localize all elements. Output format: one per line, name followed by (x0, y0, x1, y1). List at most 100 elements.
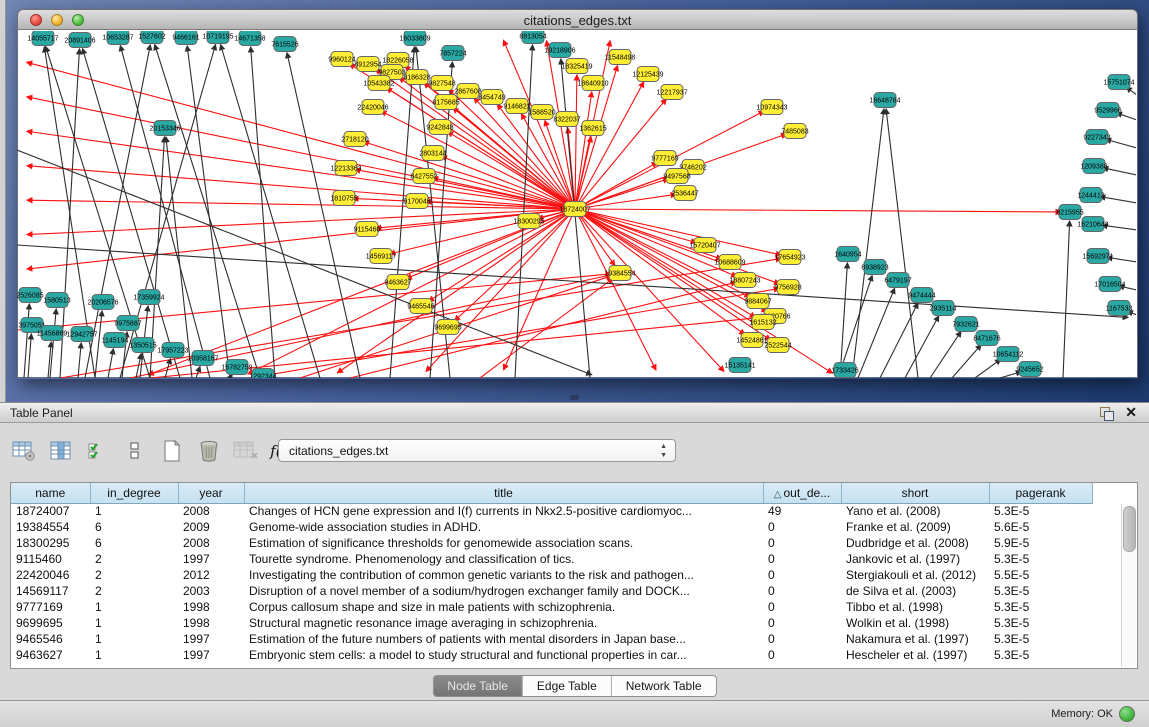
graph-node[interactable]: 20206576 (87, 295, 118, 310)
graph-node[interactable]: 8175685 (432, 95, 459, 110)
graph-node[interactable]: 10688609 (714, 255, 745, 270)
graph-node[interactable]: 9466161 (172, 30, 199, 45)
graph-node[interactable]: 20891406 (64, 33, 95, 48)
graph-node[interactable]: 12217937 (656, 85, 687, 100)
network-window-titlebar[interactable]: citations_edges.txt (17, 9, 1138, 30)
graph-node[interactable]: 17654923 (774, 250, 805, 265)
table-row[interactable]: 1872400712008Changes of HCN gene express… (11, 503, 1092, 519)
graph-node[interactable]: 16210643 (1077, 217, 1108, 232)
graph-node[interactable]: 9529966 (1094, 103, 1121, 118)
graph-node[interactable]: 10654112 (993, 347, 1024, 362)
graph-node[interactable]: 14055717 (27, 31, 58, 46)
graph-node[interactable]: 9699695 (434, 320, 461, 335)
graph-node[interactable]: 9242848 (426, 120, 453, 135)
graph-node[interactable]: 9975887 (114, 316, 141, 331)
table-settings-icon[interactable] (10, 437, 38, 465)
graph-node[interactable]: 9170046 (403, 194, 430, 209)
graph-node[interactable]: 22420046 (357, 100, 388, 115)
tab-node-table[interactable]: Node Table (433, 676, 523, 696)
graph-node[interactable]: 7857224 (439, 46, 466, 61)
table-row[interactable]: 946362711997Embryonic stem cells: a mode… (11, 647, 1092, 663)
graph-node[interactable]: 12125439 (632, 67, 663, 82)
graph-node[interactable]: 19384554 (604, 266, 635, 281)
graph-node[interactable]: 1615132 (749, 315, 776, 330)
graph-node[interactable]: 2536447 (671, 186, 698, 201)
table-row[interactable]: 969969511998Structural magnetic resonanc… (11, 615, 1092, 631)
graph-node[interactable]: 1350515 (129, 338, 156, 353)
column-header-out_de[interactable]: △out_de... (763, 483, 841, 503)
graph-node[interactable]: 9777169 (651, 151, 678, 166)
graph-node[interactable]: 7485083 (781, 124, 808, 139)
graph-node[interactable]: 2935114 (930, 301, 957, 316)
tab-edge-table[interactable]: Edge Table (523, 676, 612, 696)
graph-node[interactable]: 8471676 (973, 331, 1000, 346)
graph-node[interactable]: 1733426 (831, 363, 858, 378)
graph-node[interactable]: 9245652 (1016, 362, 1043, 377)
table-row[interactable]: 1830029562008Estimation of significance … (11, 535, 1092, 551)
graph-node[interactable]: 15135141 (724, 358, 755, 373)
graph-node[interactable]: 15692971 (1082, 249, 1113, 264)
graph-node[interactable]: 2522544 (764, 338, 791, 353)
graph-node[interactable]: 10543382 (363, 76, 394, 91)
graph-node[interactable]: 18325419 (561, 59, 592, 74)
graph-node[interactable]: 1167533 (1106, 301, 1133, 316)
graph-node[interactable]: 7932621 (952, 317, 979, 332)
float-panel-icon[interactable] (1100, 407, 1113, 420)
graph-node[interactable]: 9497568 (663, 169, 690, 184)
graph-node[interactable]: 16782759 (221, 360, 252, 375)
graph-node[interactable]: 18640910 (577, 76, 608, 91)
column-header-title[interactable]: title (244, 483, 763, 503)
graph-node[interactable]: 2526085 (16, 288, 43, 303)
graph-node[interactable]: 11548498 (605, 50, 636, 65)
graph-node[interactable]: 1145194 (102, 333, 129, 348)
column-header-name[interactable]: name (11, 483, 90, 503)
column-header-short[interactable]: short (841, 483, 989, 503)
graph-node[interactable]: 9884067 (744, 294, 771, 309)
graph-node[interactable]: 16648784 (869, 93, 900, 108)
graph-node[interactable]: 1810755 (330, 191, 357, 206)
graph-node[interactable]: 1580513 (43, 293, 70, 308)
graph-node[interactable]: 7615526 (271, 37, 298, 52)
graph-node[interactable]: 1244413 (1077, 188, 1104, 203)
table-row[interactable]: 977716911998Corpus callosum shape and si… (11, 599, 1092, 615)
graph-node[interactable]: 12213363 (330, 161, 361, 176)
close-panel-icon[interactable]: ✕ (1125, 404, 1137, 421)
graph-node[interactable]: 1292344 (249, 369, 276, 384)
graph-node[interactable]: 10974343 (756, 100, 787, 115)
graph-node[interactable]: 8938923 (861, 260, 888, 275)
graph-node[interactable]: 14524861 (736, 333, 767, 348)
memory-status-indicator[interactable] (1119, 706, 1135, 722)
graph-node[interactable]: 9756928 (774, 280, 801, 295)
table-scrollbar-thumb[interactable] (1123, 506, 1136, 552)
graph-node[interactable]: 9465546 (407, 299, 434, 314)
table-row[interactable]: 946554611997Estimation of the future num… (11, 631, 1092, 647)
graph-node[interactable]: 16033809 (399, 31, 430, 46)
graph-node[interactable]: 8186328 (403, 70, 430, 85)
graph-node[interactable]: 18724007 (559, 202, 590, 217)
graph-node[interactable]: 9463627 (384, 275, 411, 290)
graph-node[interactable]: 19218906 (544, 43, 575, 58)
graph-node[interactable]: 11456869 (37, 326, 68, 341)
column-header-pagerank[interactable]: pagerank (989, 483, 1092, 503)
graph-node[interactable]: 1209388 (1080, 159, 1107, 174)
table-select-dropdown[interactable]: citations_edges.txt ▲▼ (278, 439, 676, 462)
tab-network-table[interactable]: Network Table (612, 676, 716, 696)
column-header-year[interactable]: year (178, 483, 244, 503)
table-row[interactable]: 911546021997Tourette syndrome. Phenomeno… (11, 551, 1092, 567)
graph-node[interactable]: 2718120 (341, 132, 368, 147)
graph-node[interactable]: 9827548 (428, 76, 455, 91)
graph-node[interactable]: 17016504 (1094, 277, 1125, 292)
graph-node[interactable]: 9960124 (328, 52, 355, 67)
graph-node[interactable]: 20153346 (149, 121, 180, 136)
new-column-icon[interactable] (158, 437, 186, 465)
graph-node[interactable]: 9115460 (354, 222, 381, 237)
graph-node[interactable]: 18807243 (729, 273, 760, 288)
graph-node[interactable]: 12942757 (66, 327, 97, 342)
graph-node[interactable]: 1640954 (834, 247, 861, 262)
table-row[interactable]: 1938455462009Genome-wide association stu… (11, 519, 1092, 535)
graph-node[interactable]: 14671358 (234, 31, 265, 46)
graph-node[interactable]: 10958167 (187, 351, 218, 366)
graph-node[interactable]: 8322037 (553, 112, 580, 127)
graph-node[interactable]: 1588520 (528, 105, 555, 120)
graph-node[interactable]: 9227343 (1083, 130, 1110, 145)
